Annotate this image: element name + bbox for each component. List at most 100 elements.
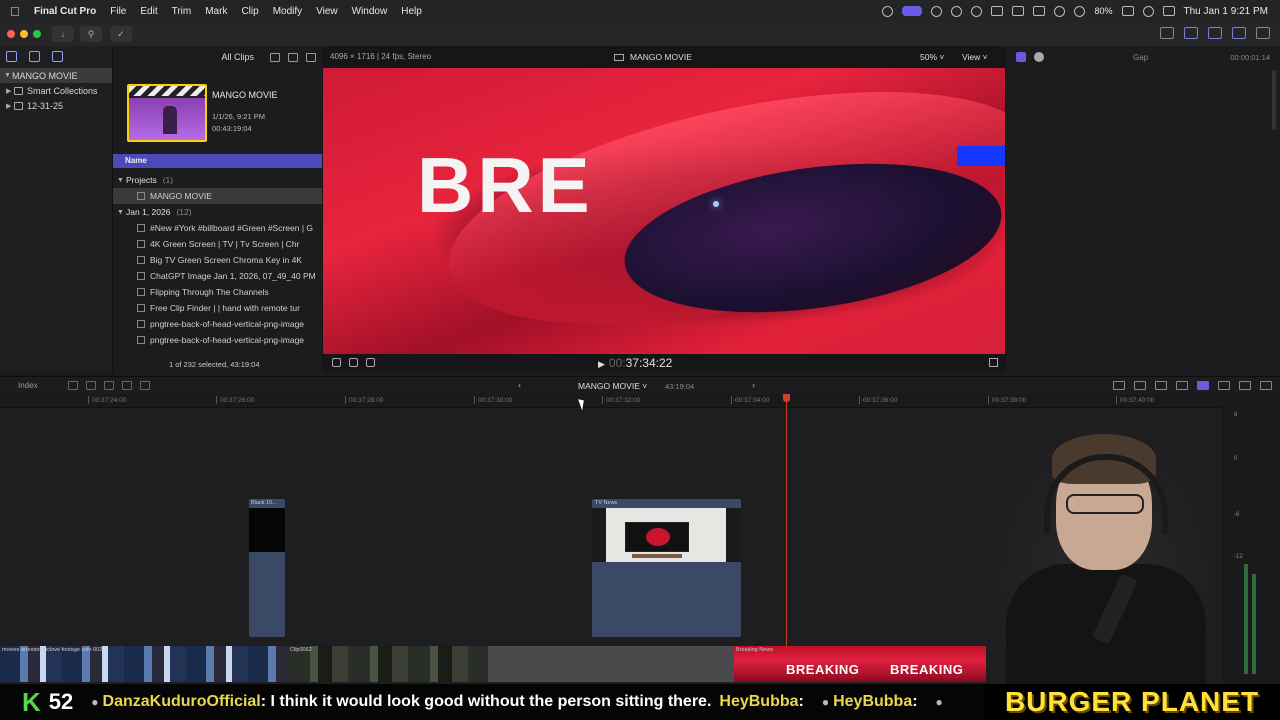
- skimming-icon[interactable]: [1155, 381, 1167, 390]
- zoom-out-icon[interactable]: [1113, 381, 1125, 390]
- audio-skimming-icon[interactable]: [1176, 381, 1188, 390]
- menu-view[interactable]: View: [316, 6, 338, 17]
- list-item[interactable]: pngtree-back-of-head-vertical-png-image: [113, 316, 323, 332]
- list-group-projects[interactable]: ▼ Projects (1): [113, 172, 323, 188]
- wifi-icon[interactable]: [1074, 5, 1086, 17]
- storyline-clip-cctv[interactable]: movies arrested mclove footage cctv-002: [0, 646, 288, 682]
- battery-icon[interactable]: [1121, 6, 1134, 16]
- list-item[interactable]: 4K Green Screen | TV | Tv Screen | Chr: [113, 236, 323, 252]
- sidebar-item-library[interactable]: ▼ MANGO MOVIE: [0, 68, 112, 83]
- effects-browser-icon[interactable]: [1239, 381, 1251, 390]
- append-icon[interactable]: [104, 381, 114, 390]
- index-button[interactable]: Index: [18, 381, 38, 390]
- view-menu[interactable]: View ˅: [962, 52, 988, 62]
- screen-mirror-icon[interactable]: [1033, 6, 1046, 16]
- enhance-icon[interactable]: [349, 358, 358, 367]
- apple-icon[interactable]: : [10, 4, 24, 19]
- menu-trim[interactable]: Trim: [172, 6, 192, 17]
- keywords-button[interactable]: ⚲: [80, 26, 102, 42]
- list-item[interactable]: #New #York #billboard #Green #Screen | G: [113, 220, 323, 236]
- back-arrow-icon[interactable]: ‹: [518, 380, 521, 390]
- video-inspector-icon[interactable]: [1016, 52, 1026, 62]
- disclosure-closed-icon[interactable]: ▶: [6, 87, 14, 95]
- display-icon[interactable]: [1012, 6, 1025, 16]
- status-icon-2[interactable]: [931, 5, 943, 17]
- connected-clip-tv-news[interactable]: TV News: [592, 499, 741, 637]
- zoom-menu[interactable]: 50% ˅: [920, 52, 944, 62]
- storyline-gap[interactable]: [488, 646, 734, 682]
- play-icon[interactable]: ▶: [598, 359, 605, 369]
- clip-filter[interactable]: All Clips: [221, 52, 254, 62]
- list-item[interactable]: Flipping Through The Channels: [113, 284, 323, 300]
- zoom-in-icon[interactable]: [1134, 381, 1146, 390]
- speed-icon[interactable]: [366, 358, 375, 367]
- select-tool-icon[interactable]: [140, 381, 150, 390]
- list-view-icon[interactable]: [288, 52, 298, 62]
- list-item[interactable]: Free Clip Finder | | hand with remote tu…: [113, 300, 323, 316]
- connected-clip-black[interactable]: Black 10...: [249, 499, 285, 637]
- share-menu-icon[interactable]: [1160, 27, 1174, 39]
- event-thumbnail[interactable]: [127, 84, 207, 142]
- menu-modify[interactable]: Modify: [273, 6, 302, 17]
- sidebar-item-event[interactable]: ▶ 12-31-25: [0, 98, 112, 113]
- list-item[interactable]: pngtree-back-of-head-vertical-png-image: [113, 332, 323, 348]
- connect-icon[interactable]: [68, 381, 78, 390]
- inspector-toggle-icon[interactable]: [1232, 27, 1246, 39]
- menu-edit[interactable]: Edit: [140, 6, 157, 17]
- status-icon-1[interactable]: [882, 5, 894, 17]
- share-icon[interactable]: [1256, 27, 1270, 39]
- libraries-tab-icon[interactable]: [6, 51, 17, 62]
- transform-icon[interactable]: [332, 358, 341, 367]
- photos-audio-tab-icon[interactable]: [29, 51, 40, 62]
- column-header-name[interactable]: Name: [113, 154, 323, 168]
- zoom-window-button[interactable]: [33, 30, 41, 38]
- transitions-browser-icon[interactable]: [1260, 381, 1272, 390]
- timeline-ruler[interactable]: 00:37:24:00 00:37:26:00 00:37:28:00 00:3…: [0, 394, 1222, 408]
- snapping-icon[interactable]: [1197, 381, 1209, 390]
- storyline-clip-breaking-news[interactable]: Breaking News BREAKING BREAKING: [734, 646, 986, 682]
- insert-icon[interactable]: [86, 381, 96, 390]
- disclosure-open-icon[interactable]: ▼: [117, 209, 126, 216]
- list-group-date[interactable]: ▼ Jan 1, 2026 (12): [113, 204, 323, 220]
- menu-help[interactable]: Help: [401, 6, 422, 17]
- battery-percent[interactable]: 80%: [1094, 6, 1112, 16]
- menu-app[interactable]: Final Cut Pro: [34, 6, 96, 17]
- timeline-toggle-icon[interactable]: [1208, 27, 1222, 39]
- filmstrip-view-icon[interactable]: [270, 52, 280, 62]
- import-button[interactable]: ↓: [52, 26, 74, 42]
- close-window-button[interactable]: [7, 30, 15, 38]
- screen-record-icon[interactable]: [902, 6, 923, 16]
- play-icon[interactable]: [971, 5, 983, 17]
- storyline-clip-0062[interactable]: Clip0062: [288, 646, 488, 682]
- clock[interactable]: Thu Jan 1 9:21 PM: [1184, 6, 1269, 17]
- list-item[interactable]: ChatGPT Image Jan 1, 2026, 07_49_40 PM: [113, 268, 323, 284]
- disclosure-closed-icon[interactable]: ▶: [6, 102, 14, 110]
- overwrite-icon[interactable]: [122, 381, 132, 390]
- list-item-project[interactable]: MANGO MOVIE: [113, 188, 323, 204]
- forward-arrow-icon[interactable]: ›: [752, 380, 755, 390]
- menu-clip[interactable]: Clip: [241, 6, 258, 17]
- disclosure-open-icon[interactable]: ▼: [4, 72, 12, 79]
- menu-mark[interactable]: Mark: [205, 6, 227, 17]
- background-tasks-button[interactable]: ✓: [110, 26, 132, 42]
- info-icon[interactable]: [1034, 52, 1044, 62]
- clip-appearance-icon[interactable]: [1218, 381, 1230, 390]
- playhead[interactable]: [783, 394, 790, 646]
- timeline-project-menu[interactable]: MANGO MOVIE ˅: [578, 381, 647, 391]
- menu-extra-icon[interactable]: [951, 5, 963, 17]
- bluetooth-icon[interactable]: [1054, 5, 1066, 17]
- video-frame[interactable]: BRE: [323, 68, 1005, 354]
- search-icon[interactable]: [306, 52, 316, 62]
- titles-generators-tab-icon[interactable]: [52, 51, 63, 62]
- list-item[interactable]: Big TV Green Screen Chroma Key in 4K: [113, 252, 323, 268]
- minimize-window-button[interactable]: [20, 30, 28, 38]
- fullscreen-icon[interactable]: [989, 358, 998, 367]
- menu-file[interactable]: File: [110, 6, 126, 17]
- control-center-icon[interactable]: [1162, 6, 1175, 16]
- search-icon[interactable]: [1142, 5, 1154, 17]
- timecode-display[interactable]: ▶ 00:37:34:22: [598, 356, 672, 370]
- menu-window[interactable]: Window: [352, 6, 388, 17]
- inspector-scrollbar[interactable]: [1272, 70, 1276, 130]
- sidebar-item-smart-collections[interactable]: ▶ Smart Collections: [0, 83, 112, 98]
- volume-icon[interactable]: [991, 6, 1004, 16]
